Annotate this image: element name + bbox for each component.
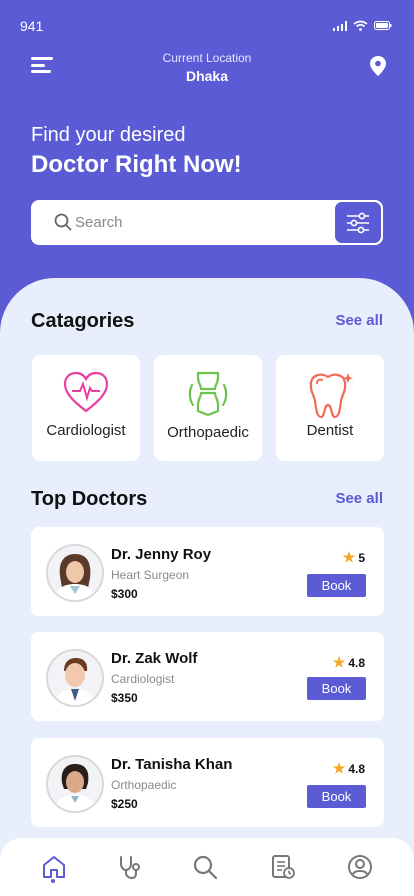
doctor-avatar xyxy=(46,649,104,707)
category-label: Cardiologist xyxy=(46,422,126,439)
search-icon xyxy=(193,855,218,880)
rating-value: 4.8 xyxy=(348,655,365,670)
doctor-card[interactable]: Dr. Jenny Roy Heart Surgeon $300 ★ 5 Boo… xyxy=(31,527,384,616)
hero-subtitle: Find your desired xyxy=(31,124,186,146)
filter-button[interactable] xyxy=(335,202,381,243)
doctor-rating: ★ 4.8 xyxy=(333,654,365,671)
doctor-avatar xyxy=(46,755,104,813)
doctor-card[interactable]: Dr. Zak Wolf Cardiologist $350 ★ 4.8 Boo… xyxy=(31,632,384,721)
active-indicator xyxy=(51,879,55,883)
star-icon: ★ xyxy=(332,760,346,776)
tooth-icon xyxy=(309,373,353,419)
nav-records[interactable] xyxy=(268,852,298,882)
heart-pulse-icon xyxy=(63,371,109,413)
status-icons xyxy=(333,20,392,31)
star-icon: ★ xyxy=(332,654,346,670)
search-icon xyxy=(54,213,72,231)
doctor-specialty: Heart Surgeon xyxy=(111,568,190,582)
doctor-price: $350 xyxy=(111,691,138,705)
nav-home[interactable] xyxy=(39,852,69,882)
star-icon: ★ xyxy=(342,549,356,565)
category-card-orthopaedic[interactable]: Orthopaedic xyxy=(154,355,262,461)
records-icon xyxy=(272,855,295,879)
header: 941 Current Location Dhaka Find your des… xyxy=(0,0,414,300)
profile-icon xyxy=(348,855,372,879)
location-label: Current Location xyxy=(162,51,252,65)
book-button[interactable]: Book xyxy=(307,574,366,597)
rating-value: 4.8 xyxy=(348,761,365,776)
battery-icon xyxy=(374,21,392,30)
book-button[interactable]: Book xyxy=(307,677,366,700)
book-button[interactable]: Book xyxy=(307,785,366,808)
doctor-rating: ★ 4.8 xyxy=(333,760,365,777)
location-city[interactable]: Dhaka xyxy=(0,68,414,84)
doctor-name: Dr. Jenny Roy xyxy=(111,546,212,563)
doctor-price: $300 xyxy=(111,587,138,601)
bottom-nav xyxy=(0,838,414,896)
category-card-cardiologist[interactable]: Cardiologist xyxy=(32,355,140,461)
doctor-card[interactable]: Dr. Tanisha Khan Orthopaedic $250 ★ 4.8 … xyxy=(31,738,384,827)
doctor-specialty: Cardiologist xyxy=(111,672,175,686)
categories-title: Catagories xyxy=(31,310,135,332)
home-icon xyxy=(43,856,65,878)
search-input[interactable] xyxy=(75,200,315,245)
location-pin-icon[interactable] xyxy=(370,56,386,76)
doctor-price: $250 xyxy=(111,797,138,811)
top-doctors-title: Top Doctors xyxy=(31,488,148,510)
doctors-see-all-link[interactable]: See all xyxy=(335,490,383,507)
signal-icon xyxy=(333,20,347,31)
rating-value: 5 xyxy=(358,550,365,565)
nav-profile[interactable] xyxy=(345,852,375,882)
wifi-icon xyxy=(353,20,368,31)
stethoscope-icon xyxy=(120,856,140,880)
categories-see-all-link[interactable]: See all xyxy=(335,312,383,329)
doctor-name: Dr. Zak Wolf xyxy=(111,650,198,667)
status-time: 941 xyxy=(20,18,44,34)
filter-sliders-icon xyxy=(347,212,369,233)
search-bar xyxy=(31,200,383,245)
category-label: Dentist xyxy=(306,422,354,439)
doctor-name: Dr. Tanisha Khan xyxy=(111,756,233,773)
bone-joint-icon xyxy=(188,371,228,417)
category-label: Orthopaedic xyxy=(167,424,249,441)
hero-title: Doctor Right Now! xyxy=(31,151,242,178)
category-card-dentist[interactable]: Dentist xyxy=(276,355,384,461)
nav-search[interactable] xyxy=(190,852,220,882)
main-content: Catagories See all Cardiologist Orthopae… xyxy=(0,278,414,896)
doctor-rating: ★ 5 xyxy=(343,549,365,566)
nav-doctors[interactable] xyxy=(114,852,144,882)
doctor-specialty: Orthopaedic xyxy=(111,778,177,792)
doctor-avatar xyxy=(46,544,104,602)
